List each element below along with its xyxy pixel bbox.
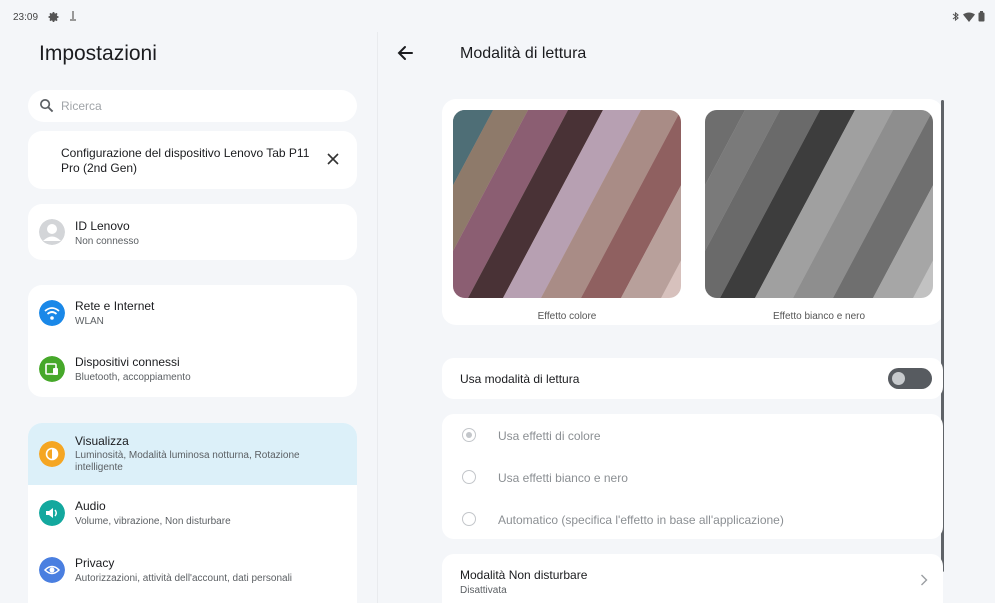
gear-icon	[48, 12, 59, 22]
network-group-card: Rete e Internet WLAN Dispositivi conness…	[28, 285, 357, 397]
radio-button[interactable]	[462, 512, 476, 526]
battery-icon	[978, 11, 985, 22]
reading-mode-toggle-label: Usa modalità di lettura	[460, 372, 580, 386]
avatar-icon	[39, 219, 65, 245]
sidebar-item-audio[interactable]: Audio Volume, vibrazione, Non disturbare	[28, 485, 357, 543]
radio-label: Automatico (specifica l'effetto in base …	[498, 513, 784, 527]
status-time: 23:09	[13, 12, 39, 23]
radio-button[interactable]	[462, 428, 476, 442]
sidebar-item-label: Audio	[75, 499, 106, 513]
wifi-icon	[39, 300, 65, 326]
status-indicators	[952, 11, 985, 22]
device-group-card: Visualizza Luminosità, Modalità luminosa…	[28, 423, 357, 603]
chevron-right-icon	[921, 574, 928, 586]
settings-title: Impostazioni	[39, 42, 157, 65]
privacy-icon	[39, 557, 65, 583]
status-bar: 23:09	[0, 0, 995, 32]
color-effect-caption: Effetto colore	[537, 311, 597, 322]
sidebar-item-display[interactable]: Visualizza Luminosità, Modalità luminosa…	[28, 423, 357, 485]
display-icon	[39, 441, 65, 467]
sidebar-item-label: Visualizza	[75, 434, 129, 448]
back-arrow-icon[interactable]	[396, 44, 414, 62]
sidebar-item-label: Privacy	[75, 556, 115, 570]
sidebar-item-network[interactable]: Rete e Internet WLAN	[28, 285, 357, 341]
dnd-status: Disattivata	[460, 585, 507, 596]
sidebar-item-label: Rete e Internet	[75, 299, 155, 313]
color-stripes-image	[453, 110, 681, 298]
page-title: Modalità di lettura	[460, 45, 587, 62]
volume-icon	[39, 500, 65, 526]
usb-icon	[70, 11, 76, 21]
radio-button[interactable]	[462, 470, 476, 484]
wifi-status-icon	[963, 12, 975, 22]
sidebar-item-subtitle: Bluetooth, accoppiamento	[75, 372, 191, 383]
lenovo-id-title: ID Lenovo	[75, 219, 130, 233]
sidebar-item-subtitle: Volume, vibrazione, Non disturbare	[75, 516, 231, 527]
sidebar-item-subtitle: Autorizzazioni, attività dell'account, d…	[75, 573, 293, 584]
search-icon	[40, 99, 54, 113]
bw-effect-caption: Effetto bianco e nero	[772, 311, 866, 322]
close-icon[interactable]	[327, 153, 339, 165]
search-input[interactable]	[61, 96, 341, 116]
sidebar-item-privacy[interactable]: Privacy Autorizzazioni, attività dell'ac…	[28, 543, 357, 601]
radio-option-bw[interactable]: Usa effetti bianco e nero	[442, 457, 943, 497]
reading-mode-toggle-row[interactable]: Usa modalità di lettura	[442, 358, 943, 399]
radio-label: Usa effetti bianco e nero	[498, 471, 628, 485]
sidebar-item-subtitle: Luminosità, Modalità luminosa notturna, …	[75, 450, 300, 473]
sidebar-item-subtitle: WLAN	[75, 316, 104, 327]
dnd-title: Modalità Non disturbare	[460, 568, 588, 582]
sidebar-item-connected-devices[interactable]: Dispositivi connessi Bluetooth, accoppia…	[28, 341, 357, 397]
effect-options-card: Usa effetti di colore Usa effetti bianco…	[442, 414, 943, 539]
lenovo-id-status: Non connesso	[75, 236, 139, 247]
setup-suggestion-text: Configurazione del dispositivo Lenovo Ta…	[61, 146, 310, 175]
switch-knob	[892, 372, 905, 385]
bw-effect-preview	[705, 110, 933, 298]
bw-stripes-image	[705, 110, 933, 298]
lenovo-id-item[interactable]: ID Lenovo Non connesso	[28, 204, 357, 260]
bluetooth-icon	[952, 11, 959, 22]
settings-list-panel: Impostazioni Configurazione del disposit…	[0, 32, 378, 603]
sidebar-item-label: Dispositivi connessi	[75, 355, 180, 369]
radio-label: Usa effetti di colore	[498, 429, 601, 443]
setup-suggestion-card[interactable]: Configurazione del dispositivo Lenovo Ta…	[28, 131, 357, 189]
reading-mode-preview-card: Effetto colore Effetto bianco e nero	[442, 99, 943, 325]
panel-divider	[377, 32, 378, 603]
do-not-disturb-item[interactable]: Modalità Non disturbare Disattivata	[442, 554, 943, 603]
devices-icon	[39, 356, 65, 382]
search-bar[interactable]	[28, 90, 357, 122]
radio-option-auto[interactable]: Automatico (specifica l'effetto in base …	[442, 499, 943, 539]
color-effect-preview	[453, 110, 681, 298]
reading-mode-switch[interactable]	[888, 368, 932, 389]
radio-option-color[interactable]: Usa effetti di colore	[442, 415, 943, 455]
